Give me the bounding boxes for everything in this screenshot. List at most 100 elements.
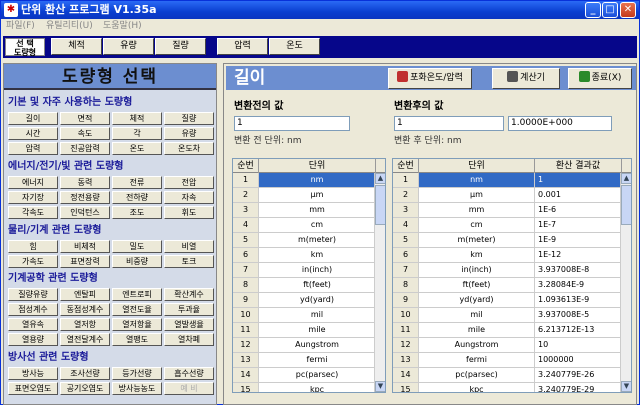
calculator-button[interactable]: 계산기: [492, 68, 560, 89]
category-button[interactable]: 온도: [112, 142, 162, 155]
category-button[interactable]: 전하량: [112, 191, 162, 204]
category-button[interactable]: 시간: [8, 127, 58, 140]
list-item[interactable]: 3 mm 1E-6: [393, 203, 622, 218]
category-button[interactable]: 동점성계수: [60, 303, 110, 316]
list-item[interactable]: 1 nm 1: [393, 173, 622, 188]
list-item[interactable]: 12 Aungstrom 10: [393, 338, 622, 353]
category-button[interactable]: 전류: [112, 176, 162, 189]
list-item[interactable]: 7 in(inch) 3.937008E-8: [393, 263, 622, 278]
list-item[interactable]: 6 km 1E-12: [393, 248, 622, 263]
category-button[interactable]: 열팽도: [112, 333, 162, 346]
category-button[interactable]: 열용량: [8, 333, 58, 346]
category-button[interactable]: 질량유량: [8, 288, 58, 301]
category-button[interactable]: 밀도: [112, 240, 162, 253]
category-button[interactable]: 투과율: [164, 303, 214, 316]
list-item[interactable]: 5 m(meter): [233, 233, 376, 248]
list-item[interactable]: 7 in(inch): [233, 263, 376, 278]
list-item[interactable]: 5 m(meter) 1E-9: [393, 233, 622, 248]
list-item[interactable]: 15 kpc: [233, 383, 376, 392]
quick-temperature-button[interactable]: 온도: [269, 38, 320, 55]
category-button[interactable]: 조도: [112, 206, 162, 219]
list-item[interactable]: 13 fermi 1000000: [393, 353, 622, 368]
category-button[interactable]: 동력: [60, 176, 110, 189]
category-button[interactable]: 각속도: [8, 206, 58, 219]
list-item[interactable]: 14 pc(parsec): [233, 368, 376, 383]
category-button[interactable]: 비중량: [112, 255, 162, 268]
maximize-button[interactable]: □: [602, 2, 618, 18]
category-button[interactable]: 체적: [112, 112, 162, 125]
quick-volume-button[interactable]: 체적: [51, 38, 102, 55]
scroll-thumb[interactable]: [621, 185, 631, 225]
list-item[interactable]: 1 nm: [233, 173, 376, 188]
temp-pressure-button[interactable]: 포화온도/압력: [388, 68, 472, 89]
category-button[interactable]: 표면장력: [60, 255, 110, 268]
scroll-down-icon[interactable]: ▼: [375, 381, 385, 392]
category-button[interactable]: 가속도: [8, 255, 58, 268]
category-button[interactable]: 질량: [164, 112, 214, 125]
category-button[interactable]: 유량: [164, 127, 214, 140]
category-button[interactable]: 휘도: [164, 206, 214, 219]
category-button[interactable]: 표면오염도: [8, 382, 58, 395]
category-button[interactable]: 토크: [164, 255, 214, 268]
category-button[interactable]: 압력: [8, 142, 58, 155]
category-button[interactable]: 자속: [164, 191, 214, 204]
list-item[interactable]: 15 kpc 3.240779E-29: [393, 383, 622, 392]
category-button[interactable]: 비체적: [60, 240, 110, 253]
list-item[interactable]: 10 mil: [233, 308, 376, 323]
category-button[interactable]: 흡수선량: [164, 367, 214, 380]
category-button[interactable]: 등가선량: [112, 367, 162, 380]
exit-button[interactable]: 종료(X): [568, 68, 632, 89]
category-button[interactable]: 비열: [164, 240, 214, 253]
scroll-down-icon[interactable]: ▼: [621, 381, 631, 392]
result-list-scrollbar[interactable]: ▲ ▼: [620, 173, 631, 392]
category-button[interactable]: 확산계수: [164, 288, 214, 301]
category-button[interactable]: 각: [112, 127, 162, 140]
category-button[interactable]: 열전도율: [112, 303, 162, 316]
quick-mass-button[interactable]: 질량: [155, 38, 206, 55]
before-value-input[interactable]: 1: [234, 116, 350, 131]
category-button[interactable]: 인덕턴스: [60, 206, 110, 219]
list-item[interactable]: 14 pc(parsec) 3.240779E-26: [393, 368, 622, 383]
list-item[interactable]: 8 ft(feet) 3.28084E-9: [393, 278, 622, 293]
menu-utility[interactable]: 유틸리티(U): [46, 20, 93, 32]
title-bar[interactable]: ✱ 단위 환산 프로그램 V1.35a _ □ ✕: [1, 1, 639, 19]
list-item[interactable]: 8 ft(feet): [233, 278, 376, 293]
category-button[interactable]: 방사능농도: [112, 382, 162, 395]
category-button[interactable]: 에너지: [8, 176, 58, 189]
category-button[interactable]: 열전달계수: [60, 333, 110, 346]
category-button[interactable]: 열발생율: [164, 318, 214, 331]
category-button[interactable]: 열저항: [60, 318, 110, 331]
menu-file[interactable]: 파일(F): [6, 20, 35, 32]
category-button[interactable]: 방사능: [8, 367, 58, 380]
list-item[interactable]: 9 yd(yard): [233, 293, 376, 308]
menu-help[interactable]: 도움말(H): [103, 20, 142, 32]
list-item[interactable]: 3 mm: [233, 203, 376, 218]
list-item[interactable]: 9 yd(yard) 1.093613E-9: [393, 293, 622, 308]
scroll-up-icon[interactable]: ▲: [621, 173, 631, 184]
category-button[interactable]: 온도차: [164, 142, 214, 155]
list-item[interactable]: 4 cm: [233, 218, 376, 233]
category-button[interactable]: 자기장: [8, 191, 58, 204]
list-item[interactable]: 2 μm 0.001: [393, 188, 622, 203]
list-item[interactable]: 12 Aungstrom: [233, 338, 376, 353]
minimize-button[interactable]: _: [585, 2, 601, 18]
list-item[interactable]: 2 μm: [233, 188, 376, 203]
list-item[interactable]: 4 cm 1E-7: [393, 218, 622, 233]
result-unit-list[interactable]: 순번 단위 환산 결과값 1 nm 1 2 μm 0.001 3 mm 1E-6 4 cm 1E-7 5…: [392, 158, 632, 393]
list-item[interactable]: 11 mile: [233, 323, 376, 338]
category-button[interactable]: 진공압력: [60, 142, 110, 155]
list-item[interactable]: 11 mile 6.213712E-13: [393, 323, 622, 338]
list-item[interactable]: 13 fermi: [233, 353, 376, 368]
category-button[interactable]: 전압: [164, 176, 214, 189]
list-item[interactable]: 6 km: [233, 248, 376, 263]
category-button[interactable]: 열저항율: [112, 318, 162, 331]
category-button[interactable]: 정전용량: [60, 191, 110, 204]
category-button[interactable]: 힘: [8, 240, 58, 253]
category-button[interactable]: 조사선량: [60, 367, 110, 380]
category-button[interactable]: 열유속: [8, 318, 58, 331]
category-button[interactable]: 공기오염도: [60, 382, 110, 395]
list-item[interactable]: 10 mil 3.937008E-5: [393, 308, 622, 323]
category-button[interactable]: 열차폐: [164, 333, 214, 346]
close-button[interactable]: ✕: [620, 2, 636, 18]
category-button[interactable]: 면적: [60, 112, 110, 125]
